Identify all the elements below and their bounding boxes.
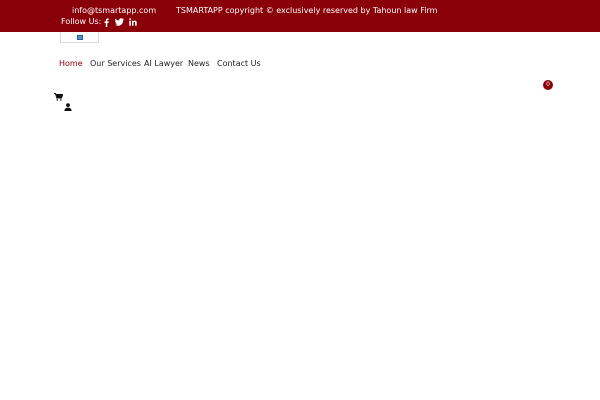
nav-item-news[interactable]: News — [188, 59, 210, 68]
nav-item-our-services[interactable]: Our Services — [90, 59, 141, 68]
follow-us-label: Follow Us: — [61, 17, 102, 26]
linkedin-icon[interactable] — [128, 17, 138, 27]
facebook-icon[interactable] — [101, 17, 111, 27]
user-account-icon[interactable] — [64, 96, 72, 111]
copyright-text: TSMARTAPP copyright © exclusively reserv… — [176, 6, 438, 15]
top-bar: info@tsmartapp.com TSMARTAPP copyright ©… — [0, 0, 600, 32]
cart-count-badge[interactable]: 0 — [543, 80, 553, 90]
contact-email[interactable]: info@tsmartapp.com — [72, 6, 156, 15]
twitter-icon[interactable] — [114, 17, 124, 27]
main-navigation: Home Our Services AI Lawyer News Contact… — [0, 59, 600, 71]
nav-item-contact-us[interactable]: Contact Us — [217, 59, 261, 68]
site-logo[interactable] — [60, 32, 99, 43]
nav-item-home[interactable]: Home — [59, 59, 83, 68]
logo-image — [76, 34, 83, 40]
nav-item-ai-lawyer[interactable]: AI Lawyer — [144, 59, 183, 68]
shopping-cart-icon[interactable] — [54, 86, 64, 101]
